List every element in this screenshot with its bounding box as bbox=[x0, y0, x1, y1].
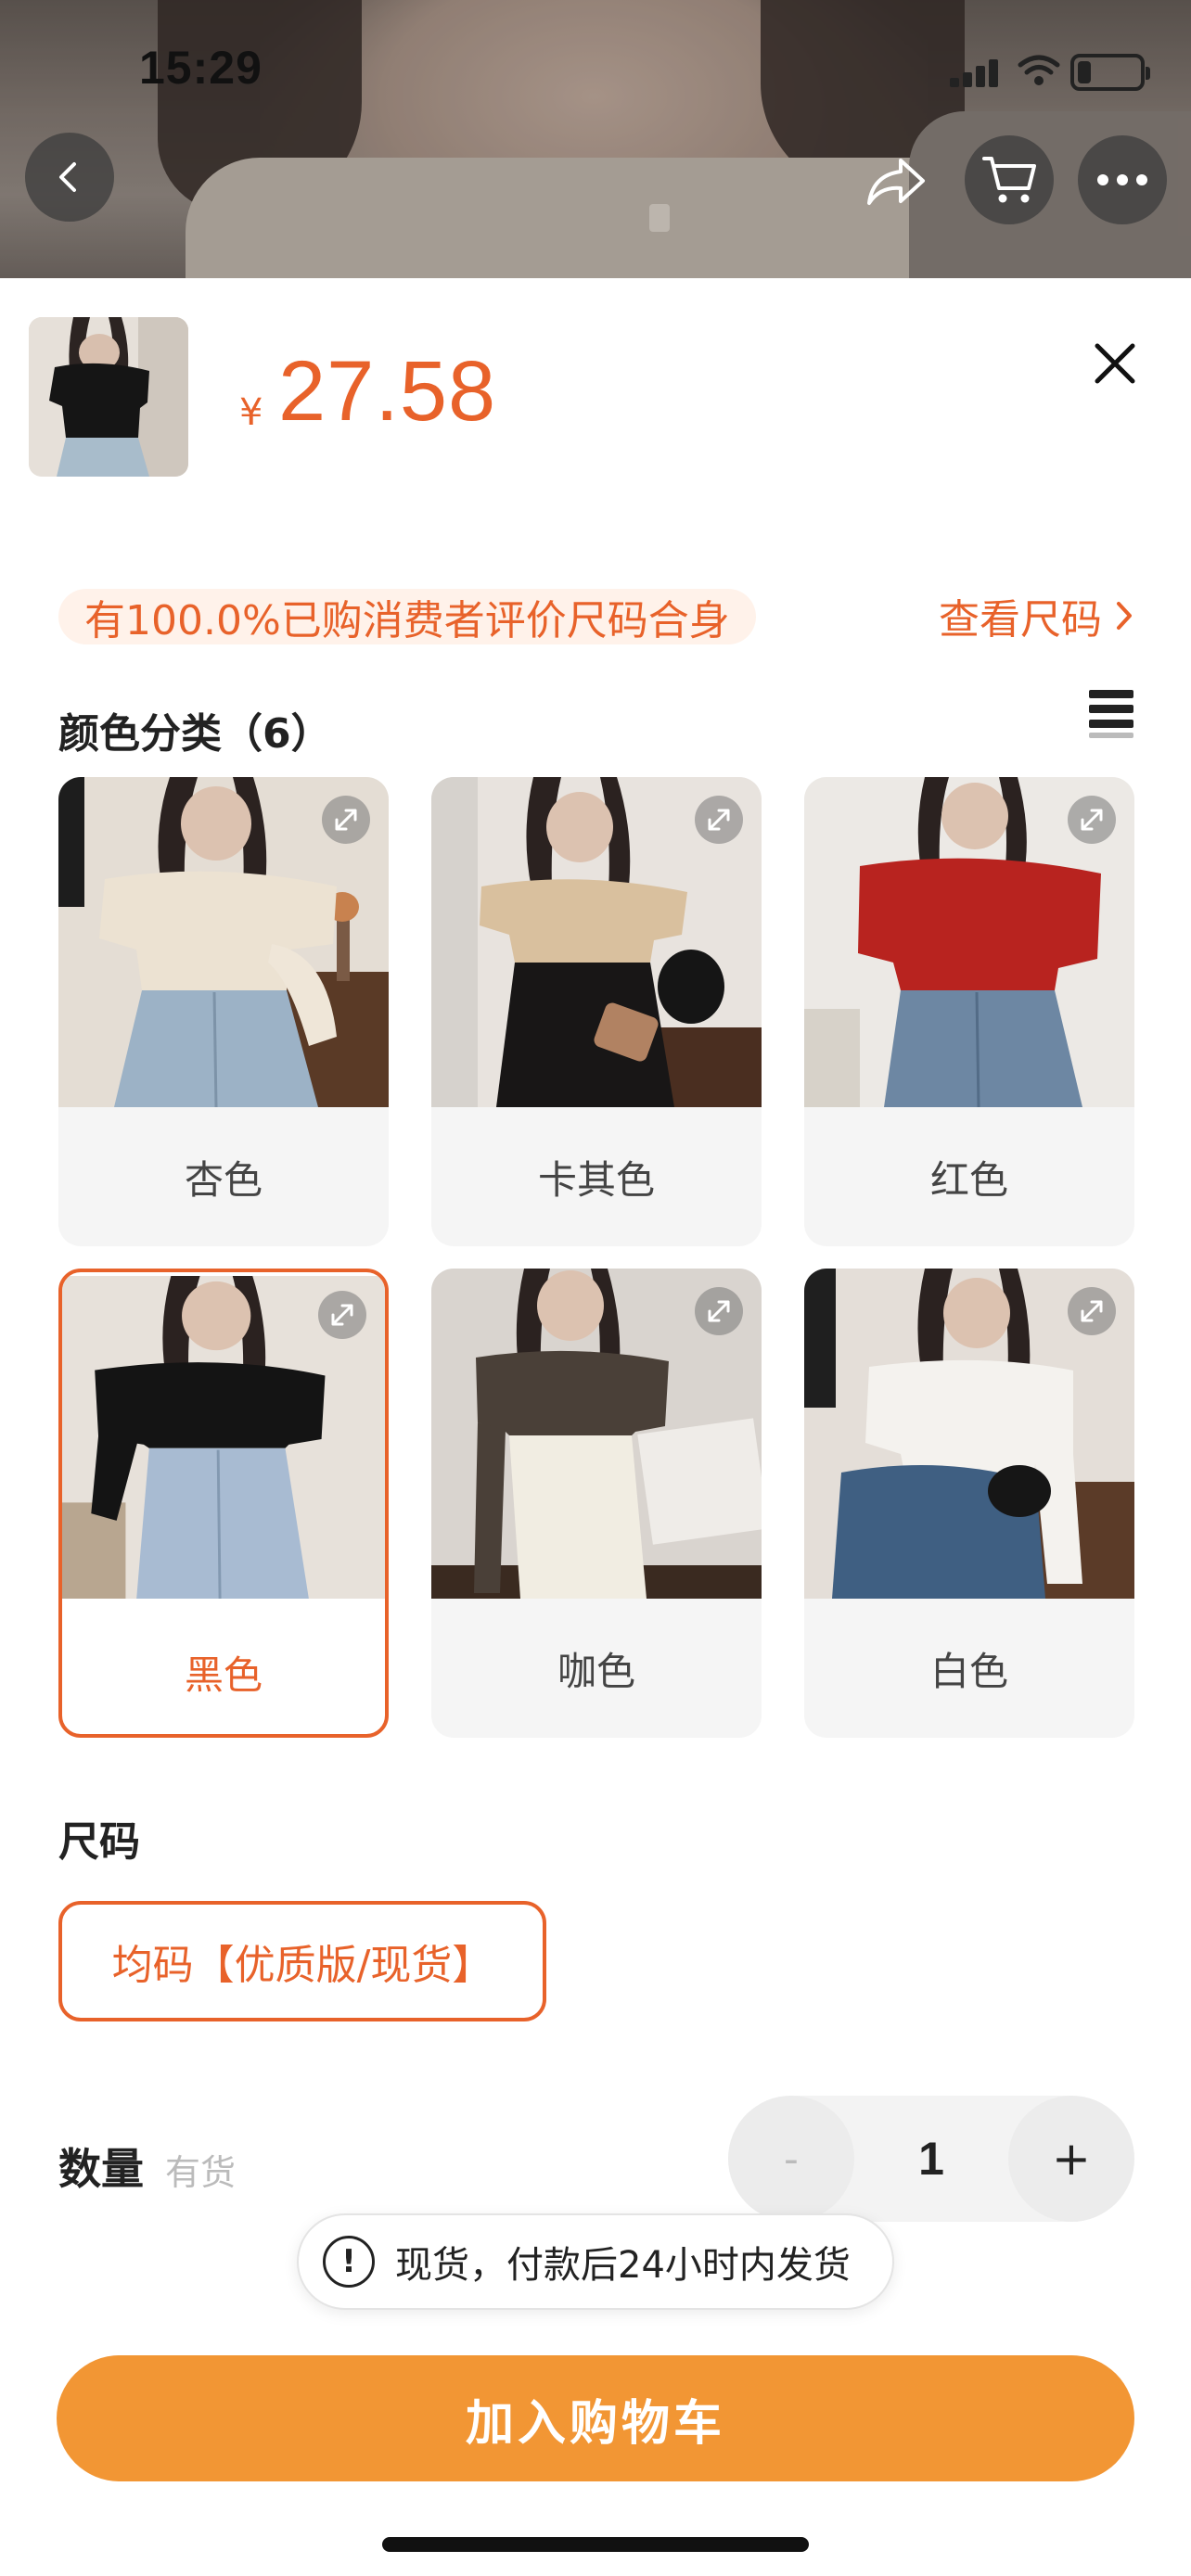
close-icon bbox=[1095, 343, 1135, 384]
increase-quantity-button[interactable]: + bbox=[1008, 2096, 1134, 2222]
signal-icon bbox=[950, 57, 1002, 87]
shipping-toast: ! 现货，付款后24小时内发货 bbox=[297, 2213, 894, 2310]
expand-icon bbox=[331, 1304, 353, 1326]
add-to-cart-button[interactable]: 加入购物车 bbox=[57, 2355, 1134, 2481]
stock-status: 有货 bbox=[165, 2152, 237, 2193]
expand-icon bbox=[708, 809, 730, 831]
status-time: 15:29 bbox=[139, 42, 263, 94]
color-option-coffee[interactable]: 咖色 bbox=[431, 1269, 762, 1738]
product-price: 27.58 bbox=[278, 344, 497, 439]
expand-image-button[interactable] bbox=[318, 1291, 366, 1339]
color-section-title: 颜色分类（6） bbox=[58, 710, 332, 758]
quantity-stepper: - 1 + bbox=[728, 2096, 1134, 2222]
size-section-title: 尺码 bbox=[58, 1818, 140, 1866]
list-view-toggle-icon[interactable] bbox=[1089, 690, 1133, 738]
expand-image-button[interactable] bbox=[1068, 796, 1116, 844]
shopping-cart-icon bbox=[982, 157, 1036, 203]
color-option-label: 杏色 bbox=[184, 1156, 263, 1203]
quantity-label: 数量 bbox=[58, 2144, 144, 2194]
share-icon bbox=[867, 159, 925, 205]
color-option-khaki[interactable]: 卡其色 bbox=[431, 777, 762, 1246]
color-option-label: 白色 bbox=[929, 1648, 1008, 1694]
battery-icon bbox=[1070, 54, 1150, 91]
exclamation-icon: ! bbox=[323, 2236, 375, 2288]
expand-image-button[interactable] bbox=[322, 796, 370, 844]
color-option-label: 咖色 bbox=[557, 1648, 635, 1694]
expand-icon bbox=[1081, 809, 1103, 831]
color-option-apricot[interactable]: 杏色 bbox=[58, 777, 389, 1246]
expand-icon bbox=[1081, 1300, 1103, 1322]
shipping-toast-text: 现货，付款后24小时内发货 bbox=[395, 2244, 851, 2287]
sku-sheet: ¥ 27.58 有100.0%已购消费者评价尺码合身 查看尺码 颜色分类（6） bbox=[0, 278, 1191, 2576]
status-icons bbox=[950, 45, 1150, 91]
color-option-black[interactable]: 黑色 bbox=[58, 1269, 389, 1738]
currency-symbol: ¥ bbox=[239, 391, 263, 434]
chevron-right-icon bbox=[1117, 602, 1132, 630]
color-option-red[interactable]: 红色 bbox=[804, 777, 1134, 1246]
color-option-white[interactable]: 白色 bbox=[804, 1269, 1134, 1738]
expand-image-button[interactable] bbox=[695, 796, 743, 844]
chevron-left-icon bbox=[59, 162, 76, 192]
wifi-icon bbox=[1018, 55, 1060, 85]
expand-image-button[interactable] bbox=[695, 1287, 743, 1335]
cart-nav-button[interactable] bbox=[965, 135, 1054, 224]
selected-sku-thumbnail[interactable] bbox=[29, 317, 188, 477]
view-size-chart-link[interactable]: 查看尺码 bbox=[939, 586, 1133, 645]
quantity-value[interactable]: 1 bbox=[854, 2096, 1008, 2222]
more-options-button[interactable] bbox=[1078, 135, 1167, 224]
view-size-chart-label: 查看尺码 bbox=[939, 596, 1102, 644]
expand-icon bbox=[708, 1300, 730, 1322]
close-button[interactable] bbox=[1085, 334, 1145, 393]
more-dots-icon bbox=[1097, 174, 1147, 185]
expand-image-button[interactable] bbox=[1068, 1287, 1116, 1335]
black-top-product-image bbox=[29, 317, 188, 477]
home-indicator[interactable] bbox=[382, 2537, 809, 2552]
size-fit-notice: 有100.0%已购消费者评价尺码合身 bbox=[58, 589, 756, 644]
size-option-one-size[interactable]: 均码【优质版/现货】 bbox=[58, 1901, 546, 2021]
color-option-label: 卡其色 bbox=[537, 1156, 655, 1203]
sku-selector-screen: 15:29 ¥ 27.58 有100.0%已购消费者评价尺码合身 查看尺码 颜色… bbox=[0, 0, 1191, 2576]
color-option-label: 红色 bbox=[929, 1156, 1008, 1203]
expand-icon bbox=[335, 809, 357, 831]
share-button[interactable] bbox=[863, 148, 929, 215]
decrease-quantity-button[interactable]: - bbox=[728, 2096, 854, 2222]
color-option-label: 黑色 bbox=[184, 1651, 263, 1698]
back-button[interactable] bbox=[25, 133, 114, 222]
